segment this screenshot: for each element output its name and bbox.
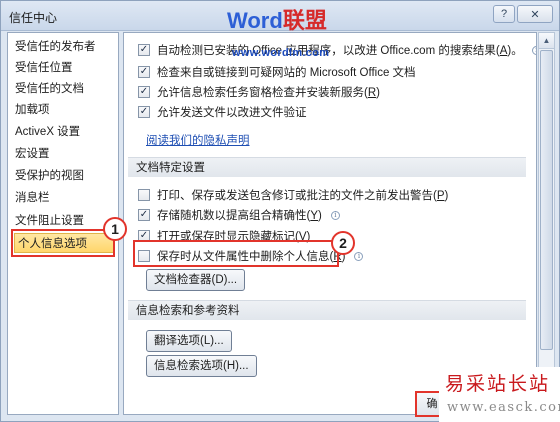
- option-label: 存储随机数以提高组合精确性(Y): [157, 207, 322, 223]
- option-show-hidden-markup[interactable]: ✓ 打开或保存时显示隐藏标记(V): [138, 227, 310, 245]
- option-label: 打开或保存时显示隐藏标记(V): [157, 228, 310, 244]
- watermark-url: www.wordlm.com: [232, 47, 330, 59]
- checkbox-unchecked[interactable]: [138, 189, 150, 201]
- watermark-brand-latin: Word: [227, 8, 283, 33]
- checkbox-checked[interactable]: ✓: [138, 209, 150, 221]
- info-icon: i: [354, 251, 364, 261]
- watermark-brand-cjk: 联盟: [282, 8, 327, 33]
- annotation-badge-1: 1: [103, 217, 127, 241]
- sidebar-item-macro-settings[interactable]: 宏设置: [12, 144, 50, 164]
- annotation-badge-2: 2: [331, 231, 355, 255]
- option-detect-office-apps[interactable]: ✓ 自动检测已安装的 Office 应用程序，以改进 Office.com 的搜…: [138, 41, 536, 59]
- settings-panel: ✓ 自动检测已安装的 Office 应用程序，以改进 Office.com 的搜…: [123, 32, 537, 415]
- info-icon: i: [531, 45, 536, 55]
- sidebar-item-file-block[interactable]: 文件阻止设置: [12, 211, 84, 231]
- checkbox-checked[interactable]: ✓: [138, 106, 150, 118]
- option-text: 打印、保存或发送包含修订或批注的文件之前发出警告(: [157, 190, 437, 202]
- option-accel-key: V: [298, 231, 307, 243]
- category-sidebar: 受信任的发布者 受信任位置 受信任的文档 加载项 ActiveX 设置 宏设置 …: [7, 32, 119, 415]
- option-text: 打开或保存时显示隐藏标记(: [157, 231, 299, 243]
- option-store-random-number[interactable]: ✓ 存储随机数以提高组合精确性(Y) i: [138, 206, 340, 224]
- checkbox-checked[interactable]: ✓: [138, 86, 150, 98]
- sidebar-item-privacy-options[interactable]: 个人信息选项: [14, 233, 115, 253]
- research-options-button[interactable]: 信息检索选项(H)...: [146, 355, 257, 377]
- option-text: 存储随机数以提高组合精确性(: [157, 210, 311, 222]
- option-label: 保存时从文件属性中删除个人信息(R): [157, 248, 345, 264]
- option-suffix: )。: [507, 45, 523, 57]
- sidebar-item-protected-view[interactable]: 受保护的视图: [12, 166, 84, 186]
- window-controls: ? ✕: [493, 5, 553, 23]
- sidebar-item-trusted-publishers[interactable]: 受信任的发布者: [12, 37, 96, 57]
- close-button[interactable]: ✕: [517, 5, 553, 23]
- document-inspector-button[interactable]: 文档检查器(D)...: [146, 269, 246, 291]
- option-label: 自动检测已安装的 Office 应用程序，以改进 Office.com 的搜索结…: [157, 42, 523, 58]
- option-text: 检查来自或链接到可疑网站的 Microsoft Office 文档: [157, 67, 416, 79]
- checkbox-checked[interactable]: ✓: [138, 44, 150, 56]
- sidebar-item-activex[interactable]: ActiveX 设置: [12, 122, 80, 142]
- corner-watermark: 易采站长站 www.easck.com: [439, 367, 560, 422]
- sidebar-item-message-bar[interactable]: 消息栏: [12, 188, 50, 208]
- checkbox-unchecked[interactable]: [138, 250, 150, 262]
- option-text: 允许发送文件以改进文件验证: [157, 107, 307, 119]
- watermark-brand: Word联盟: [227, 3, 327, 35]
- privacy-statement-link[interactable]: 阅读我们的隐私声明: [146, 132, 250, 148]
- option-suffix: ): [318, 210, 322, 222]
- option-suffix: ): [376, 87, 380, 99]
- option-check-suspicious-docs[interactable]: ✓ 检查来自或链接到可疑网站的 Microsoft Office 文档: [138, 63, 416, 81]
- doc-settings-header: 文档特定设置: [128, 157, 526, 177]
- scroll-thumb[interactable]: [540, 50, 553, 350]
- option-remove-personal-info[interactable]: 保存时从文件属性中删除个人信息(R) i: [138, 247, 364, 265]
- option-warn-before-print[interactable]: 打印、保存或发送包含修订或批注的文件之前发出警告(P): [138, 186, 448, 204]
- scroll-up-arrow-icon[interactable]: ▲: [539, 33, 554, 49]
- checkbox-checked[interactable]: ✓: [138, 230, 150, 242]
- option-send-files-validation[interactable]: ✓ 允许发送文件以改进文件验证: [138, 103, 307, 121]
- option-suffix: ): [444, 190, 449, 202]
- research-header: 信息检索和参考资料: [128, 300, 526, 320]
- option-text: 允许信息检索任务窗格检查并安装新服务(: [157, 87, 368, 99]
- checkbox-checked[interactable]: ✓: [138, 66, 150, 78]
- option-accel-key: R: [367, 87, 377, 99]
- help-button[interactable]: ?: [493, 5, 515, 23]
- option-text: 保存时从文件属性中删除个人信息(: [157, 251, 334, 263]
- corner-watermark-url: www.easck.com: [447, 400, 560, 415]
- window-title: 信任中心: [9, 11, 58, 25]
- option-accel-key: P: [436, 190, 445, 202]
- sidebar-item-trusted-locations[interactable]: 受信任位置: [12, 58, 73, 78]
- translation-options-button[interactable]: 翻译选项(L)...: [146, 330, 232, 352]
- option-label: 打印、保存或发送包含修订或批注的文件之前发出警告(P): [157, 187, 448, 203]
- corner-watermark-title: 易采站长站: [445, 373, 551, 395]
- option-label: 允许信息检索任务窗格检查并安装新服务(R): [157, 84, 380, 100]
- trust-center-window: 信任中心 ? ✕ Word联盟 www.wordlm.com 受信任的发布者 受…: [0, 0, 560, 422]
- sidebar-item-add-ins[interactable]: 加载项: [12, 100, 50, 120]
- panel-scrollbar[interactable]: ▲: [538, 32, 555, 415]
- option-research-pane-services[interactable]: ✓ 允许信息检索任务窗格检查并安装新服务(R): [138, 83, 380, 101]
- option-accel-key: Y: [310, 210, 318, 222]
- sidebar-item-trusted-documents[interactable]: 受信任的文档: [12, 79, 84, 99]
- option-suffix: ): [306, 231, 311, 243]
- info-icon: i: [330, 210, 340, 220]
